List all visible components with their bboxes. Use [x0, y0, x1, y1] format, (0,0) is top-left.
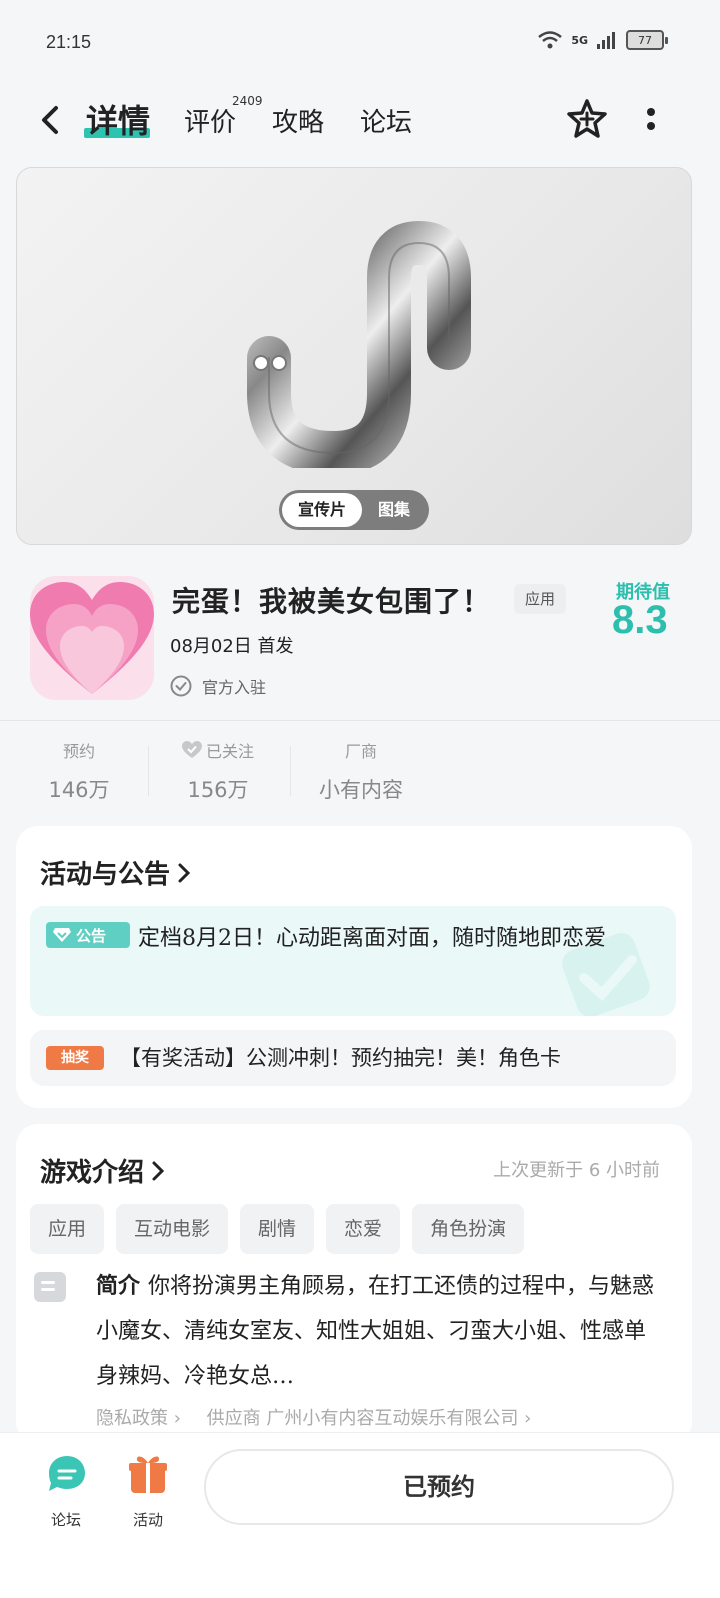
activities-title[interactable]: 活动与公告 [40, 854, 192, 891]
description-icon [34, 1272, 66, 1302]
chevron-right-icon [152, 1161, 165, 1180]
battery-icon: 77 [626, 30, 668, 50]
top-nav: 详情 评价 2409 攻略 论坛 [0, 88, 720, 152]
activities-title-text: 活动与公告 [40, 860, 171, 890]
stat-value: 小有内容 [319, 778, 403, 802]
reviews-count-badge: 2409 [232, 94, 263, 108]
stat-divider [148, 746, 149, 796]
stat-developer[interactable]: 厂商 小有内容 [306, 738, 416, 804]
network-type: 5G [571, 33, 588, 47]
expectation-score: 8.3 [612, 598, 668, 642]
tab-guides[interactable]: 攻略 [272, 102, 324, 139]
check-circle-icon [170, 675, 192, 697]
stat-value: 156万 [187, 778, 249, 802]
tab-reviews[interactable]: 评价 [184, 102, 236, 139]
stat-value: 146万 [48, 778, 110, 802]
status-time: 21:15 [46, 32, 92, 52]
app-category-tag: 应用 [514, 584, 566, 614]
app-icon [30, 576, 154, 700]
tag-item[interactable]: 角色扮演 [412, 1204, 525, 1254]
heart-icon [30, 582, 154, 694]
stat-label: 预约 [62, 742, 95, 761]
stat-label: 已关注 [205, 742, 254, 761]
bottom-bar: 论坛 活动 已预约 [0, 1432, 720, 1598]
tag-item[interactable]: 恋爱 [326, 1204, 401, 1254]
intro-title-text: 游戏介绍 [40, 1158, 145, 1188]
supplier-link[interactable]: 供应商 广州小有内容互动娱乐有限公司 [207, 1408, 519, 1429]
official-badge: 官方入驻 [170, 674, 266, 698]
signal-icon [597, 32, 615, 49]
raffle-badge: 抽奖 [46, 1046, 104, 1070]
intro-links: 隐私政策 › 供应商 广州小有内容互动娱乐有限公司 › [96, 1404, 531, 1430]
activity-button[interactable]: 活动 [118, 1451, 178, 1530]
intro-title[interactable]: 游戏介绍 [40, 1152, 166, 1189]
official-label: 官方入驻 [202, 678, 267, 697]
wifi-icon [538, 31, 563, 49]
chevron-right-icon: › [518, 1408, 532, 1429]
tab-details[interactable]: 详情 [86, 96, 150, 142]
tag-item[interactable]: 剧情 [240, 1204, 315, 1254]
raffle-text: 【有奖活动】公测冲刺！预约抽完！美！角色卡 [120, 1046, 561, 1070]
favorite-star-icon[interactable] [566, 98, 608, 140]
forum-label: 论坛 [50, 1511, 81, 1529]
intro-card: 游戏介绍 上次更新于 6 小时前 应用 互动电影 剧情 恋爱 角色扮演 简介 你将… [16, 1124, 692, 1444]
chevron-right-icon [178, 863, 191, 882]
raffle-item[interactable]: 抽奖 【有奖活动】公测冲刺！预约抽完！美！角色卡 [30, 1030, 676, 1086]
status-bar: 21:15 5G 77 [0, 0, 720, 80]
notice-text: 定档8月2日！心动距离面对面，随时随地即恋爱 [138, 926, 606, 951]
intro-label: 简介 [96, 1273, 141, 1299]
more-options-icon[interactable] [636, 100, 666, 140]
heart-check-icon [181, 741, 202, 758]
intro-body: 你将扮演男主角顾易，在打工还债的过程中，与魅惑小魔女、清纯女室友、知性大姐姐、刁… [96, 1274, 655, 1389]
stat-divider [290, 746, 291, 796]
chevron-right-icon: › [168, 1408, 187, 1429]
last-updated: 上次更新于 6 小时前 [493, 1160, 660, 1181]
game-logo-image [247, 220, 471, 468]
notice-item[interactable]: 公告 定档8月2日！心动距离面对面，随时随地即恋爱 [30, 906, 676, 1016]
stat-followers[interactable]: 已关注 156万 [168, 738, 268, 804]
activity-label: 活动 [132, 1511, 163, 1529]
back-icon[interactable] [34, 102, 70, 138]
chat-bubble-icon [49, 1456, 85, 1491]
status-icons: 5G 77 [537, 30, 668, 50]
tab-forum[interactable]: 论坛 [360, 102, 412, 139]
promo-media[interactable]: 宣传片 图集 [16, 167, 692, 545]
tag-item[interactable]: 互动电影 [116, 1204, 229, 1254]
intro-description[interactable]: 简介 你将扮演男主角顾易，在打工还债的过程中，与魅惑小魔女、清纯女室友、知性大姐姐… [96, 1264, 666, 1399]
section-divider [0, 720, 720, 721]
stats-row: 预约 146万 已关注 156万 厂商 小有内容 [0, 738, 720, 808]
activities-card: 活动与公告 公告 定档8月2日！心动距离面对面，随时随地即恋爱 抽奖 【有奖活动… [16, 826, 692, 1108]
stat-reservations: 预约 146万 [34, 738, 124, 804]
stat-label: 厂商 [344, 742, 377, 761]
gift-icon [129, 1456, 167, 1493]
release-date: 08月02日 首发 [170, 636, 294, 657]
media-toggle: 宣传片 图集 [279, 490, 429, 530]
gallery-toggle-button[interactable]: 图集 [362, 493, 426, 527]
tag-item[interactable]: 应用 [30, 1204, 105, 1254]
app-title: 完蛋！我被美女包围了！ [172, 585, 492, 618]
forum-button[interactable]: 论坛 [36, 1451, 96, 1530]
video-toggle-button[interactable]: 宣传片 [282, 493, 362, 527]
reserved-button[interactable]: 已预约 [204, 1449, 674, 1525]
privacy-policy-link[interactable]: 隐私政策 [96, 1408, 168, 1429]
tag-list: 应用 互动电影 剧情 恋爱 角色扮演 [30, 1204, 525, 1254]
